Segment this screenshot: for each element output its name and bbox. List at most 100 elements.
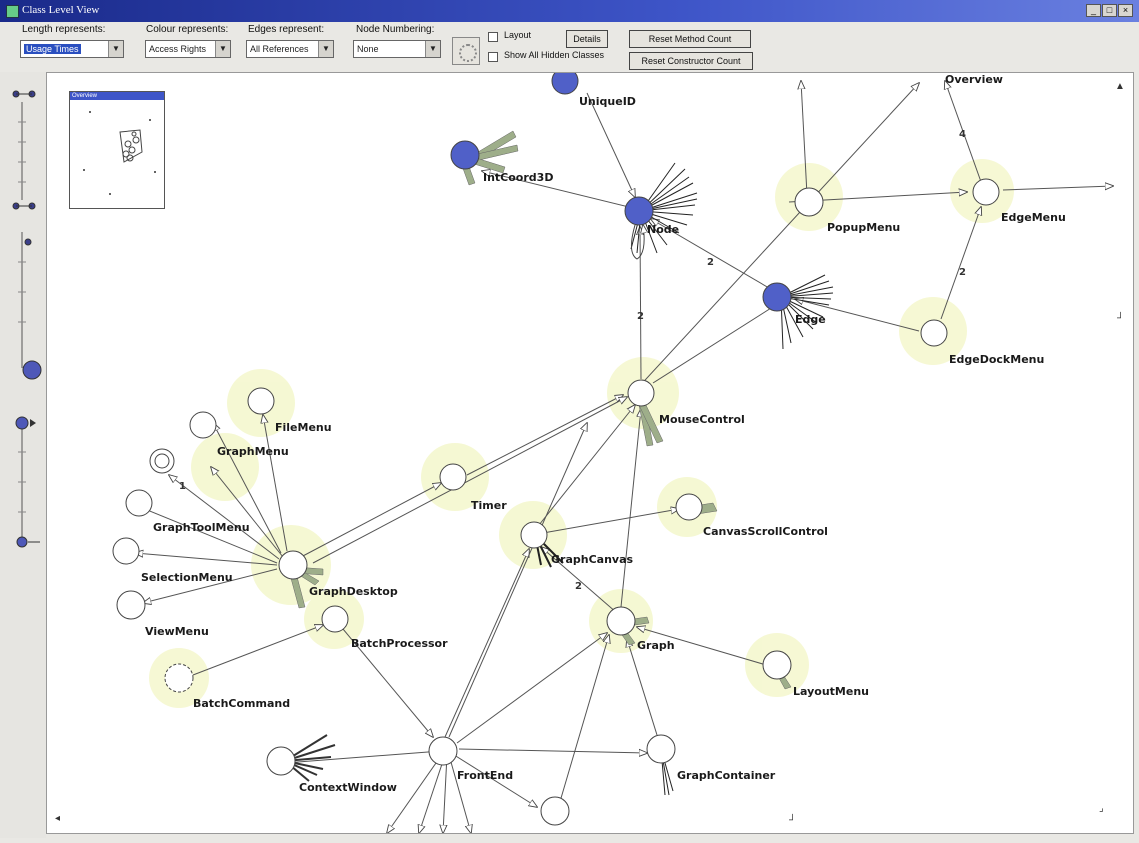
node-popupmenu — [794, 187, 824, 217]
minimize-button[interactable]: _ — [1086, 4, 1101, 17]
node-filemenu — [247, 387, 275, 415]
edge-count-label: 4 — [959, 129, 966, 140]
label-contextwindow: ContextWindow — [299, 781, 397, 794]
node-node — [624, 196, 654, 226]
node-uniqueid — [551, 73, 579, 95]
node-contextwindow — [266, 746, 296, 776]
node-canvasscroll — [675, 493, 703, 521]
node-graphmenu — [189, 411, 217, 439]
chevron-down-icon: ▼ — [425, 41, 440, 57]
node-graphcanvas — [520, 521, 548, 549]
scroll-up-icon[interactable]: ▲ — [1115, 81, 1125, 92]
chevron-down-icon: ▼ — [318, 41, 333, 57]
node-edgemenu — [972, 178, 1000, 206]
length-label: Length represents: — [22, 24, 106, 35]
label-graph: Graph — [637, 639, 675, 652]
label-batchprocessor: BatchProcessor — [351, 637, 448, 650]
node-graphcontainer — [646, 734, 676, 764]
maximize-button[interactable]: □ — [1102, 4, 1117, 17]
label-partial-top: Overview — [945, 73, 1003, 86]
edge-count-label: 2 — [959, 267, 966, 278]
method-fan-edge — [780, 274, 834, 350]
reset-constructor-count-button[interactable]: Reset Constructor Count — [629, 52, 753, 70]
label-canvasscroll: CanvasScrollControl — [703, 525, 828, 538]
graph-canvas[interactable]: Overview 2 4 2 2 1 2 UniqueID IntCoord3D… — [46, 72, 1134, 834]
label-mousecontrol: MouseControl — [659, 413, 745, 426]
show-hidden-label: Show All Hidden Classes — [504, 50, 605, 60]
chevron-down-icon: ▼ — [215, 41, 230, 57]
node-frontend — [428, 736, 458, 766]
refresh-icon[interactable] — [452, 37, 480, 65]
label-edge: Edge — [795, 313, 826, 326]
slider-knob — [22, 360, 42, 380]
node-selectionmenu — [112, 537, 140, 565]
label-edgedockmenu: EdgeDockMenu — [949, 353, 1044, 366]
node-layoutmenu — [762, 650, 792, 680]
colour-select[interactable]: Access Rights ▼ — [145, 40, 231, 58]
label-timer: Timer — [471, 499, 507, 512]
node-graphtoolmenu — [125, 489, 153, 517]
layout-checkbox[interactable] — [488, 32, 498, 42]
constructor-bars — [288, 130, 792, 690]
details-button[interactable]: Details — [566, 30, 608, 48]
label-filemenu: FileMenu — [275, 421, 332, 434]
resize-corner-icon: ┘ — [789, 815, 797, 826]
node-viewmenu — [116, 590, 146, 620]
toolbar: Length represents: Usage Times ▼ Colour … — [0, 22, 1139, 72]
window-titlebar: Class Level View _ □ × — [0, 0, 1139, 22]
edge-count-label: 1 — [179, 481, 186, 492]
label-layoutmenu: LayoutMenu — [793, 685, 869, 698]
node-batchcommand — [164, 663, 194, 693]
label-graphdesktop: GraphDesktop — [309, 585, 398, 598]
node-edge — [762, 282, 792, 312]
label-popupmenu: PopupMenu — [827, 221, 900, 234]
label-intcoord: IntCoord3D — [483, 171, 553, 184]
node-timer — [439, 463, 467, 491]
zoom-corner-icon[interactable]: ⌟ — [1099, 803, 1104, 814]
left-slider-panel — [0, 72, 46, 838]
label-viewmenu: ViewMenu — [145, 625, 209, 638]
scroll-left-icon[interactable]: ◂ — [55, 813, 60, 824]
node-unnamed — [540, 796, 570, 826]
node-graph — [606, 606, 636, 636]
node-labels: UniqueID IntCoord3D Node Edge PopupMenu … — [141, 73, 1066, 794]
numbering-select[interactable]: None ▼ — [353, 40, 441, 58]
label-graphcanvas: GraphCanvas — [551, 553, 634, 566]
layout-label: Layout — [504, 30, 532, 40]
label-graphtoolmenu: GraphToolMenu — [153, 521, 250, 534]
show-hidden-checkbox[interactable] — [488, 52, 498, 62]
colour-select-value: Access Rights — [149, 44, 207, 54]
edge-count-label: 2 — [637, 311, 644, 322]
label-graphmenu: GraphMenu — [217, 445, 289, 458]
chevron-down-icon: ▼ — [108, 41, 123, 57]
window-title: Class Level View — [22, 4, 100, 16]
label-uniqueid: UniqueID — [579, 95, 636, 108]
label-batchcommand: BatchCommand — [193, 697, 290, 710]
label-selectionmenu: SelectionMenu — [141, 571, 233, 584]
numbering-label: Node Numbering: — [356, 24, 435, 35]
colour-label: Colour represents: — [146, 24, 229, 35]
app-icon — [6, 5, 19, 18]
node-batchprocessor — [321, 605, 349, 633]
slider-controls[interactable] — [0, 72, 46, 838]
edges-select[interactable]: All References ▼ — [246, 40, 334, 58]
close-button[interactable]: × — [1118, 4, 1133, 17]
label-graphcontainer: GraphContainer — [677, 769, 776, 782]
edges-label: Edges represent: — [248, 24, 325, 35]
label-node: Node — [647, 223, 679, 236]
node-edgedockmenu — [920, 319, 948, 347]
edge-count-label: 2 — [575, 581, 582, 592]
node-mousecontrol — [627, 379, 655, 407]
edges-select-value: All References — [250, 44, 309, 54]
resize-corner-icon: ┘ — [1117, 313, 1125, 324]
edge-count-label: 2 — [707, 257, 714, 268]
node-graphdesktop — [278, 550, 308, 580]
length-select[interactable]: Usage Times ▼ — [20, 40, 124, 58]
label-frontend: FrontEnd — [457, 769, 513, 782]
numbering-select-value: None — [357, 44, 379, 54]
node-intcoord — [450, 140, 480, 170]
length-select-value: Usage Times — [24, 44, 81, 54]
reset-method-count-button[interactable]: Reset Method Count — [629, 30, 751, 48]
class-graph[interactable]: 2 4 2 2 1 2 UniqueID IntCoord3D Node Edg… — [47, 73, 1134, 834]
label-edgemenu: EdgeMenu — [1001, 211, 1066, 224]
